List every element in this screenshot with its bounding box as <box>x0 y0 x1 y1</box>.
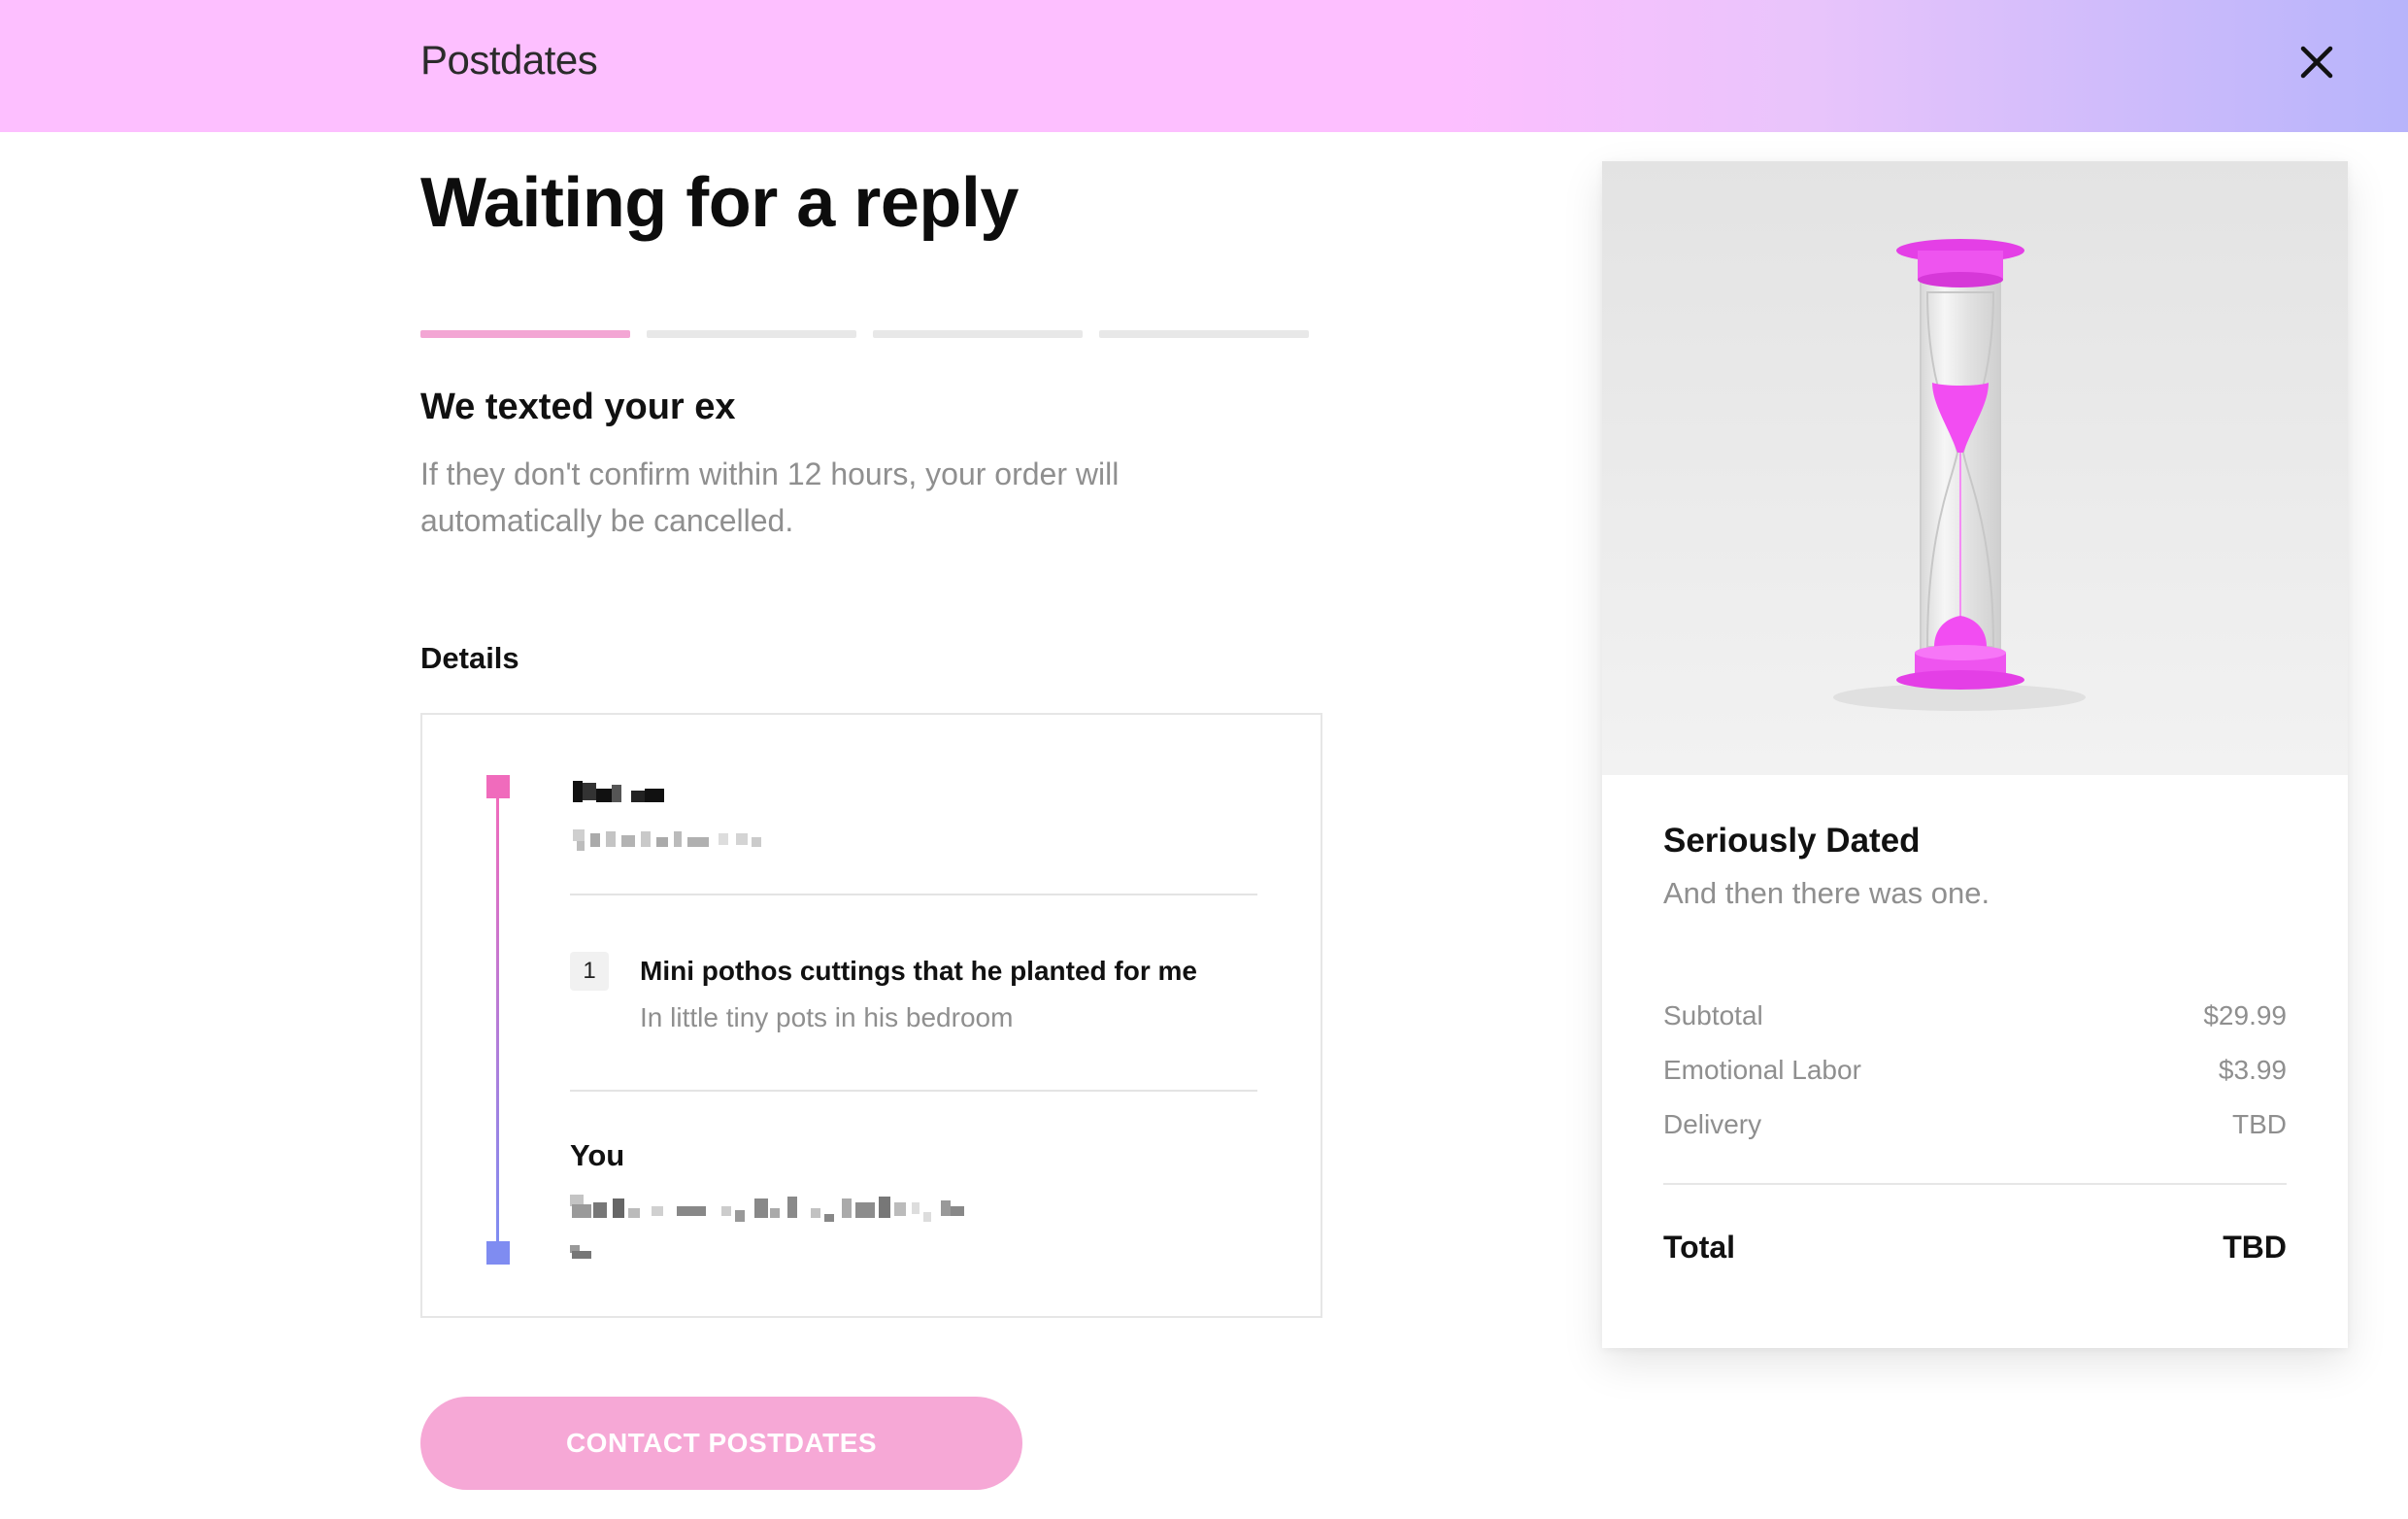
close-icon[interactable] <box>2293 39 2340 85</box>
progress-step-3 <box>873 330 1083 338</box>
total-value: TBD <box>2223 1230 2287 1265</box>
summary-row-value: $3.99 <box>2218 1055 2287 1085</box>
top-bar: Postdates <box>0 0 2408 132</box>
hourglass-icon <box>1602 161 2348 775</box>
sender-message-redacted <box>570 1195 1055 1222</box>
progress-steps <box>420 330 1309 338</box>
total-label: Total <box>1663 1230 1736 1265</box>
item-title: Mini pothos cuttings that he planted for… <box>640 956 1197 986</box>
brand-logo[interactable]: Postdates <box>420 37 598 84</box>
page-title: Waiting for a reply <box>420 164 1019 242</box>
details-divider <box>570 894 1257 895</box>
timeline-start-marker <box>486 775 510 798</box>
contact-postdates-button[interactable]: CONTACT POSTDATES <box>420 1397 1022 1490</box>
details-heading: Details <box>420 641 519 675</box>
summary-total-row: Total TBD <box>1663 1230 2287 1272</box>
progress-step-4 <box>1099 330 1309 338</box>
summary-row-label: Emotional Labor <box>1663 1055 1861 1085</box>
product-name: Seriously Dated <box>1663 822 1921 860</box>
item-subtitle: In little tiny pots in his bedroom <box>640 1002 1014 1032</box>
details-divider <box>570 1090 1257 1092</box>
details-card: 1 Mini pothos cuttings that he planted f… <box>420 713 1322 1318</box>
summary-divider <box>1663 1183 2287 1185</box>
recipient-address-redacted <box>573 827 767 853</box>
progress-step-2 <box>647 330 856 338</box>
progress-step-1 <box>420 330 630 338</box>
sender-label: You <box>570 1138 625 1172</box>
item-quantity-badge: 1 <box>570 952 609 991</box>
summary-row-delivery: Delivery TBD <box>1663 1109 2287 1148</box>
summary-row-label: Subtotal <box>1663 1000 1763 1030</box>
step-description: If they don't confirm within 12 hours, y… <box>420 456 1120 538</box>
product-tagline: And then there was one. <box>1663 876 1990 910</box>
sender-message-redacted-line-2 <box>570 1243 599 1263</box>
order-summary-card: Seriously Dated And then there was one. … <box>1602 161 2348 1348</box>
summary-row-value: $29.99 <box>2203 1000 2287 1030</box>
summary-row-value: TBD <box>2232 1109 2287 1139</box>
summary-row-subtotal: Subtotal $29.99 <box>1663 1000 2287 1039</box>
timeline-end-marker <box>486 1241 510 1265</box>
timeline-line <box>496 798 499 1241</box>
summary-row-label: Delivery <box>1663 1109 1762 1139</box>
recipient-name-redacted <box>573 779 666 804</box>
summary-row-emotional-labor: Emotional Labor $3.99 <box>1663 1055 2287 1094</box>
step-title: We texted your ex <box>420 387 736 427</box>
